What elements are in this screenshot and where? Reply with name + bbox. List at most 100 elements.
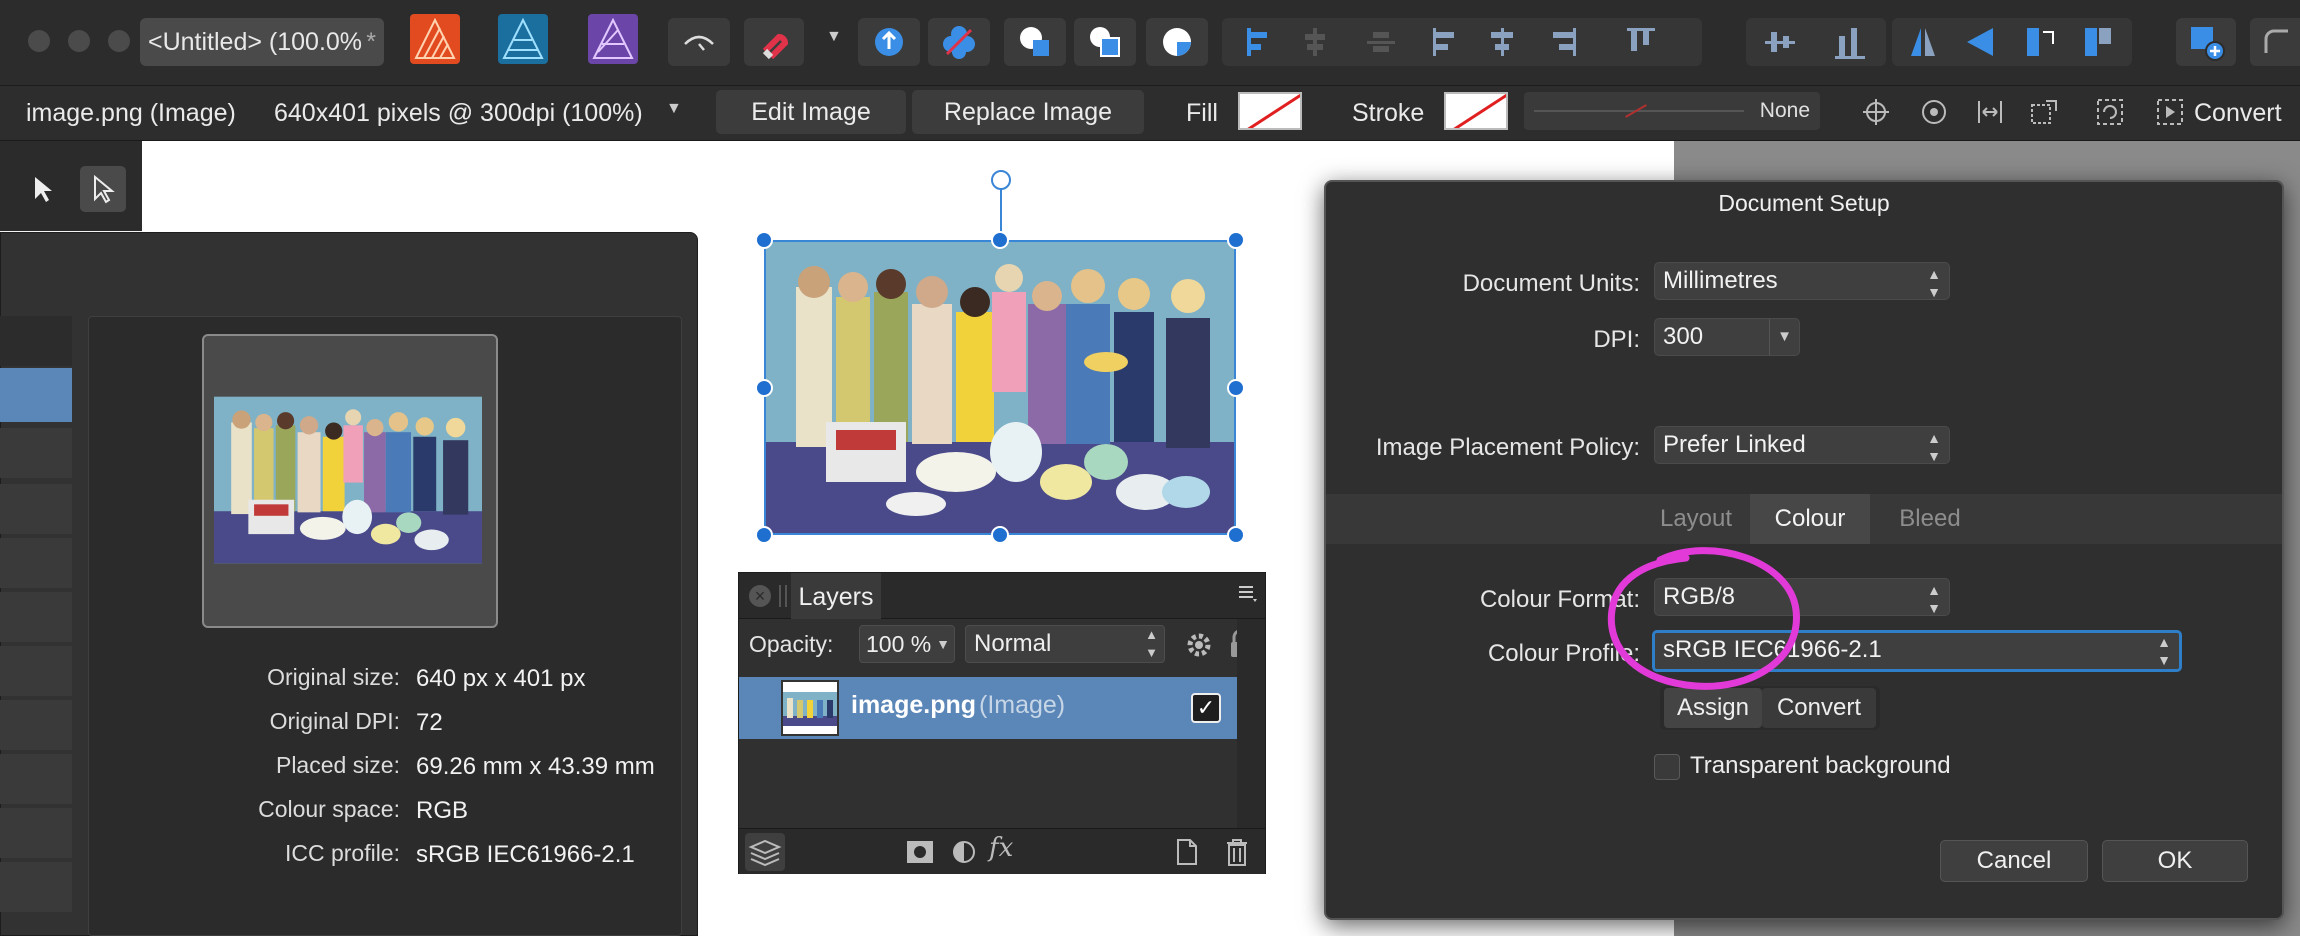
crosshair-icon[interactable] <box>1856 94 1896 130</box>
transparent-background-label: Transparent background <box>1690 752 1951 779</box>
transform-box-icon[interactable] <box>2024 94 2064 130</box>
snapping-dropdown-icon[interactable]: ▼ <box>826 28 842 48</box>
boolean-add-icon[interactable] <box>1004 18 1066 66</box>
panel-list-row[interactable] <box>0 592 72 642</box>
original-dpi-value: 72 <box>416 709 443 736</box>
tab-colour[interactable]: Colour <box>1750 494 1870 544</box>
selection-handle-top-left[interactable] <box>755 231 773 249</box>
transparent-background-checkbox[interactable] <box>1654 754 1680 780</box>
ok-button[interactable]: OK <box>2102 840 2248 882</box>
window-minimize-button[interactable] <box>68 30 90 52</box>
panel-list-row[interactable] <box>0 484 72 534</box>
close-panel-icon[interactable]: × <box>749 585 771 607</box>
new-layer-icon[interactable] <box>1175 837 1199 867</box>
selection-handle-top[interactable] <box>991 231 1009 249</box>
placed-size-value: 69.26 mm x 43.39 mm <box>416 753 655 780</box>
mask-icon[interactable] <box>905 839 935 865</box>
context-layer-name: image.png (Image) <box>26 99 236 127</box>
stroke-swatch[interactable] <box>1444 92 1508 130</box>
layers-tab[interactable]: Layers <box>791 573 881 619</box>
boolean-subtract-icon[interactable] <box>1074 18 1136 66</box>
rotation-handle[interactable] <box>991 170 1011 190</box>
stroke-label: Stroke <box>1352 99 1425 127</box>
tab-bleed[interactable]: Bleed <box>1870 494 1990 544</box>
replace-image-button[interactable]: Replace Image <box>912 90 1144 134</box>
colour-profile-label: Colour Profile: <box>1487 640 1640 667</box>
panel-menu-icon[interactable] <box>1237 583 1259 603</box>
panel-list-row[interactable] <box>0 538 72 588</box>
adjustment-icon[interactable] <box>951 839 977 865</box>
rotate-icon[interactable] <box>2090 94 2130 130</box>
panel-list-row[interactable] <box>0 316 72 366</box>
snapping-magnet-icon[interactable] <box>744 18 804 66</box>
gear-icon[interactable] <box>1185 631 1213 659</box>
convert-label[interactable]: Convert <box>2194 86 2300 141</box>
dpi-dropdown-icon[interactable]: ▼ <box>1769 319 1799 355</box>
view-mode-icon[interactable] <box>668 18 730 66</box>
window-close-button[interactable] <box>28 30 50 52</box>
panel-list-row[interactable] <box>0 862 72 912</box>
fx-icon[interactable]: fx <box>989 833 1013 863</box>
move-forward-icon[interactable] <box>858 18 920 66</box>
document-tab-title: <Untitled> (100.0% <box>148 28 363 56</box>
drag-handle-icon[interactable] <box>779 585 787 607</box>
panel-list-row[interactable] <box>0 808 72 858</box>
window-zoom-button[interactable] <box>108 30 130 52</box>
layer-name: image.png <box>851 691 977 719</box>
selection-handle-bottom-right[interactable] <box>1227 526 1245 544</box>
layers-stack-icon[interactable] <box>745 833 785 871</box>
move-tool-icon[interactable] <box>20 166 66 212</box>
eye-icon[interactable] <box>1914 94 1954 130</box>
document-units-select[interactable]: Millimetres ▲ ▼ <box>1654 262 1950 300</box>
colour-format-stepper-icon: ▲ ▼ <box>1927 582 1941 616</box>
image-thumbnail <box>214 396 482 564</box>
image-info-dropdown-icon[interactable]: ▼ <box>666 100 682 118</box>
tab-layout[interactable]: Layout <box>1636 494 1756 544</box>
opacity-field[interactable]: 100 % ▼ <box>859 625 955 663</box>
fill-swatch[interactable] <box>1238 92 1302 130</box>
boolean-intersect-icon[interactable] <box>1146 18 1208 66</box>
node-tool-icon[interactable] <box>80 166 126 212</box>
layer-row-selected[interactable]: image.png (Image) ✓ <box>739 677 1237 739</box>
image-placement-label: Image Placement Policy: <box>1375 434 1640 461</box>
placed-image[interactable] <box>764 240 1236 535</box>
spacing-icon[interactable] <box>1970 94 2010 130</box>
corner-tool-icon[interactable] <box>2250 18 2300 66</box>
original-dpi-label: Original DPI: <box>269 708 400 734</box>
designer-persona-icon[interactable] <box>498 14 548 64</box>
alignment-group <box>1222 18 1702 66</box>
photo-persona-icon[interactable] <box>588 14 638 64</box>
panel-list-row[interactable] <box>0 428 72 478</box>
selection-handle-bottom[interactable] <box>991 526 1009 544</box>
edit-image-button[interactable]: Edit Image <box>716 90 906 134</box>
checkmark-icon: ✓ <box>1196 695 1216 720</box>
convert-icon[interactable] <box>2150 94 2190 130</box>
layer-visibility-checkbox[interactable]: ✓ <box>1191 693 1221 723</box>
selection-handle-top-right[interactable] <box>1227 231 1245 249</box>
trash-icon[interactable] <box>1225 837 1249 867</box>
blend-mode-select[interactable]: Normal ▲ ▼ <box>965 625 1165 663</box>
image-placement-value: Prefer Linked <box>1663 431 1806 458</box>
selection-handle-right[interactable] <box>1227 379 1245 397</box>
stroke-width-slider[interactable]: None <box>1524 92 1820 130</box>
colour-profile-stepper-icon: ▲ ▼ <box>2157 634 2171 668</box>
original-size-value: 640 px x 401 px <box>416 665 586 692</box>
transform-group <box>1892 18 2132 66</box>
image-placement-select[interactable]: Prefer Linked ▲ ▼ <box>1654 426 1950 464</box>
document-tab[interactable]: <Untitled> (100.0% * <box>140 18 384 66</box>
opacity-label: Opacity: <box>749 631 834 657</box>
layers-scrollbar[interactable] <box>1237 619 1265 828</box>
selection-handle-bottom-left[interactable] <box>755 526 773 544</box>
panel-list-row[interactable] <box>0 700 72 750</box>
dpi-combo[interactable]: 300 ▼ <box>1654 318 1800 356</box>
publisher-persona-icon[interactable] <box>410 14 460 64</box>
document-tab-close[interactable]: * <box>366 18 376 66</box>
selection-handle-left[interactable] <box>755 379 773 397</box>
opacity-value: 100 % <box>866 631 932 657</box>
boolean-flower-icon[interactable] <box>928 18 990 66</box>
panel-list-row[interactable] <box>0 646 72 696</box>
insert-shape-icon[interactable] <box>2176 18 2236 66</box>
panel-list-row[interactable] <box>0 754 72 804</box>
cancel-button[interactable]: Cancel <box>1940 840 2088 882</box>
panel-list-row-selected[interactable] <box>0 368 72 422</box>
